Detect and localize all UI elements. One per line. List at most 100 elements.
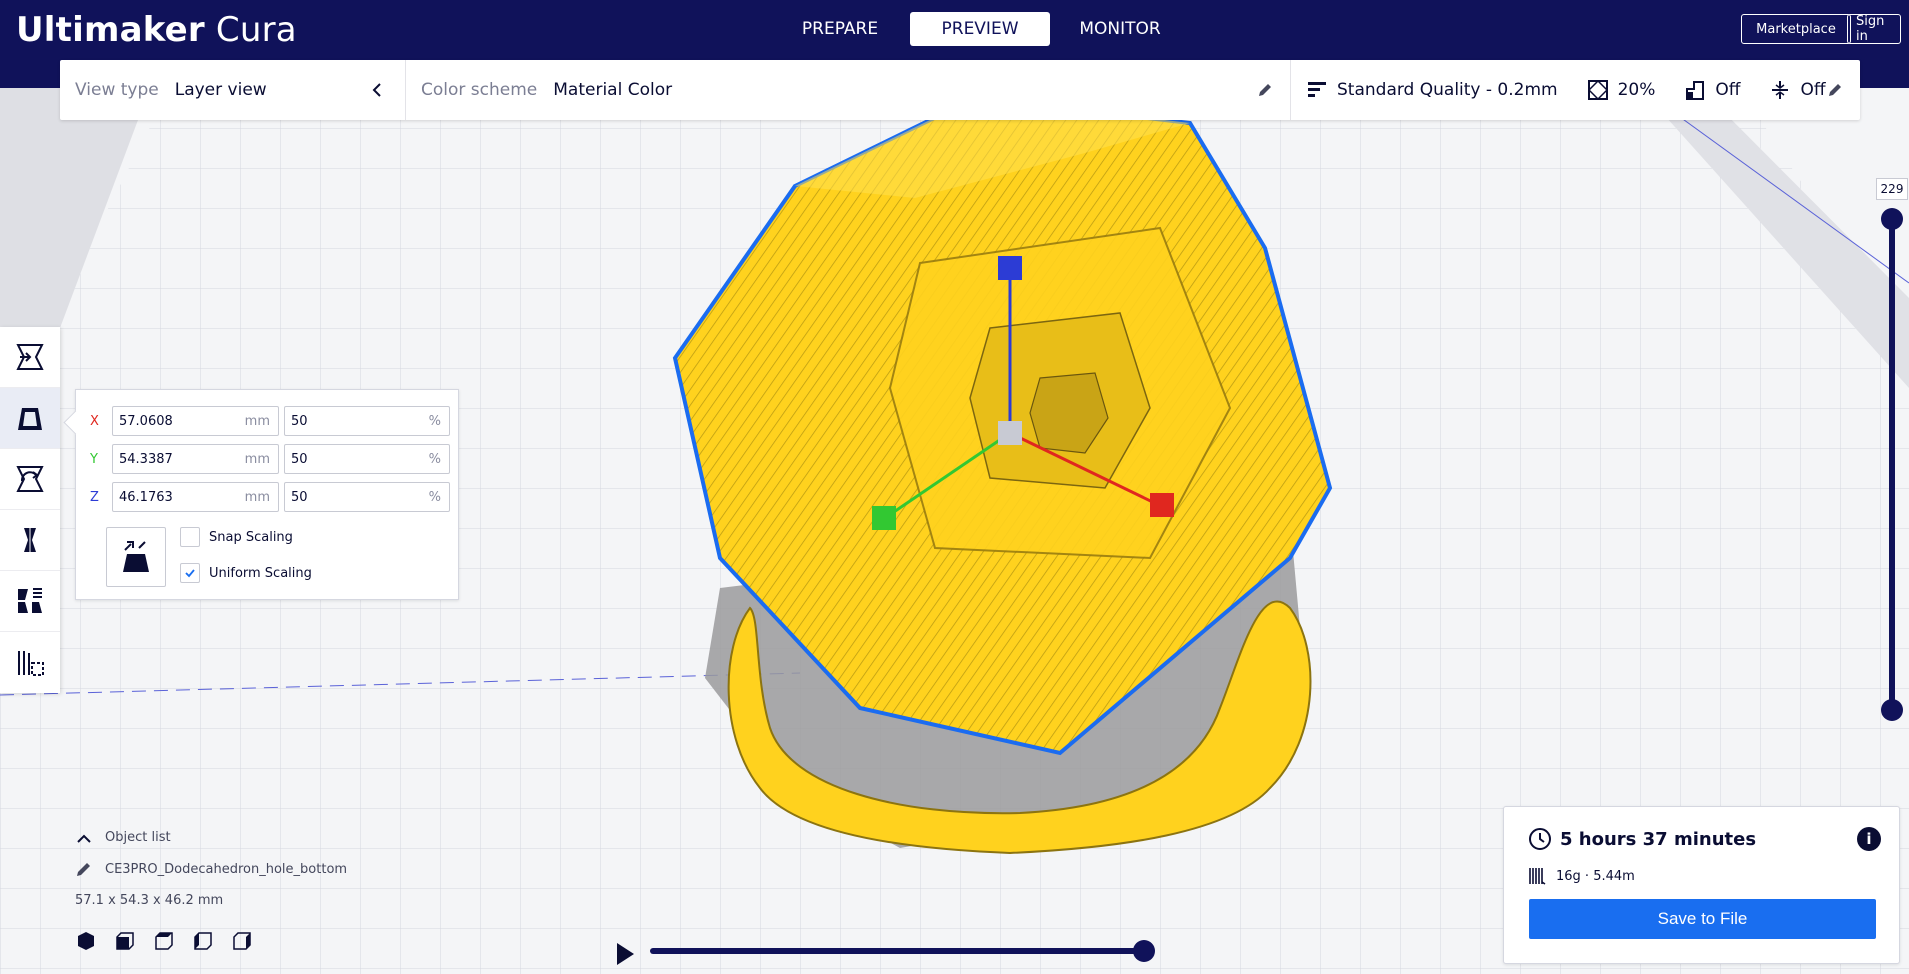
- view-left-button[interactable]: [192, 930, 214, 952]
- per-model-settings-button[interactable]: [0, 571, 60, 632]
- move-tool-button[interactable]: [0, 327, 60, 388]
- support-blocker-button[interactable]: [0, 632, 60, 693]
- stage-tabs: PREPARE PREVIEW MONITOR: [770, 12, 1190, 46]
- material-usage-value: 16g · 5.44m: [1556, 868, 1635, 884]
- scale-tool-button[interactable]: [0, 388, 60, 449]
- y-axis-label: Y: [90, 451, 98, 467]
- print-information-panel: 5 hours 37 minutes i 16g · 5.44m Save to…: [1503, 806, 1900, 964]
- color-scheme-selector[interactable]: Color scheme Material Color: [406, 60, 1291, 120]
- z-size-input[interactable]: 46.1763 mm: [112, 482, 279, 512]
- chevron-up-icon: [77, 834, 91, 843]
- cube-right-icon: [233, 932, 251, 950]
- adhesion-value: Off: [1800, 80, 1826, 100]
- per-model-settings-icon: [18, 588, 42, 613]
- snap-scaling-option[interactable]: Snap Scaling: [180, 527, 293, 547]
- infill-setting: 20%: [1587, 80, 1656, 100]
- simulation-slider-track[interactable]: [650, 948, 1144, 954]
- view-top-button[interactable]: [153, 930, 175, 952]
- center-handle[interactable]: [998, 421, 1022, 445]
- z-axis-cube[interactable]: [998, 256, 1022, 280]
- layer-slider-lower-handle[interactable]: [1881, 699, 1903, 721]
- mirror-tool-button[interactable]: [0, 510, 60, 571]
- sign-in-button[interactable]: Sign in: [1847, 14, 1901, 44]
- color-scheme-value: Material Color: [553, 80, 673, 100]
- pencil-icon[interactable]: [75, 860, 93, 878]
- current-layer-input[interactable]: 229: [1876, 178, 1908, 200]
- x-size-input[interactable]: 57.0608 mm: [112, 406, 279, 436]
- x-percent-value: 50: [291, 413, 308, 429]
- support-blocker-icon: [18, 650, 44, 676]
- scale-row-x: X 57.0608 mm 50%: [90, 406, 450, 436]
- simulation-slider-handle[interactable]: [1133, 940, 1155, 962]
- quality-setting: Standard Quality - 0.2mm: [1307, 80, 1558, 100]
- rotate-tool-button[interactable]: [0, 449, 60, 510]
- tab-monitor[interactable]: MONITOR: [1050, 12, 1190, 46]
- object-list-panel: Object list CE3PRO_Dodecahedron_hole_bot…: [75, 830, 347, 952]
- tab-preview[interactable]: PREVIEW: [910, 12, 1050, 46]
- z-percent-value: 50: [291, 489, 308, 505]
- view-type-selector[interactable]: View type Layer view: [60, 60, 406, 120]
- play-icon[interactable]: [614, 941, 636, 967]
- y-size-unit: mm: [244, 452, 270, 467]
- pencil-icon[interactable]: [1826, 81, 1844, 99]
- rotate-tool-icon: [16, 466, 44, 492]
- view-type-value: Layer view: [174, 80, 267, 100]
- layer-slider-upper-handle[interactable]: [1881, 208, 1903, 230]
- support-icon: [1686, 81, 1705, 100]
- info-icon[interactable]: i: [1857, 827, 1881, 851]
- x-size-unit: mm: [244, 414, 270, 429]
- tab-prepare[interactable]: PREPARE: [770, 12, 910, 46]
- pencil-icon[interactable]: [1256, 81, 1274, 99]
- x-percent-input[interactable]: 50%: [284, 406, 450, 436]
- object-name: CE3PRO_Dodecahedron_hole_bottom: [105, 861, 348, 877]
- print-time: 5 hours 37 minutes: [1528, 827, 1756, 851]
- x-axis-cube[interactable]: [1150, 493, 1174, 517]
- object-name-row[interactable]: CE3PRO_Dodecahedron_hole_bottom: [75, 860, 347, 878]
- print-settings-selector[interactable]: Standard Quality - 0.2mm 20% Off Off: [1291, 60, 1860, 120]
- uniform-scaling-option[interactable]: Uniform Scaling: [180, 563, 312, 583]
- view-3d-button[interactable]: [75, 930, 97, 952]
- scale-row-z: Z 46.1763 mm 50%: [90, 482, 450, 512]
- support-value: Off: [1715, 80, 1741, 100]
- infill-value: 20%: [1617, 80, 1656, 100]
- adhesion-icon: [1772, 81, 1789, 99]
- y-size-value: 54.3387: [119, 451, 173, 467]
- y-percent-unit: %: [428, 452, 441, 467]
- quality-value: Standard Quality - 0.2mm: [1337, 80, 1558, 100]
- infill-icon: [1587, 80, 1608, 100]
- z-size-value: 46.1763: [119, 489, 173, 505]
- mirror-tool-icon: [24, 526, 36, 554]
- cube-left-icon: [194, 932, 212, 950]
- marketplace-button[interactable]: Marketplace: [1741, 14, 1851, 44]
- z-percent-input[interactable]: 50%: [284, 482, 450, 512]
- chevron-left-icon[interactable]: [367, 80, 387, 100]
- view-front-button[interactable]: [114, 930, 136, 952]
- save-to-file-button[interactable]: Save to File: [1529, 899, 1876, 939]
- tool-panel: [0, 327, 60, 693]
- y-axis-cube[interactable]: [872, 506, 896, 530]
- object-dimensions: 57.1 x 54.3 x 46.2 mm: [75, 893, 224, 908]
- scale-row-y: Y 54.3387 mm 50%: [90, 444, 450, 474]
- uniform-scaling-label: Uniform Scaling: [209, 565, 312, 581]
- snap-scaling-label: Snap Scaling: [209, 529, 293, 545]
- lay-flat-button[interactable]: [106, 527, 166, 587]
- object-list-toggle[interactable]: Object list: [75, 830, 347, 845]
- view-right-button[interactable]: [231, 930, 253, 952]
- z-size-unit: mm: [244, 490, 270, 505]
- camera-view-buttons: [75, 930, 347, 952]
- layer-slider-track[interactable]: [1889, 218, 1895, 710]
- x-axis-label: X: [90, 413, 99, 429]
- y-size-input[interactable]: 54.3387 mm: [112, 444, 279, 474]
- view-settings-bar: View type Layer view Color scheme Materi…: [60, 60, 1860, 120]
- color-scheme-label: Color scheme: [421, 80, 538, 100]
- scale-tool-icon: [18, 408, 42, 430]
- y-percent-input[interactable]: 50%: [284, 444, 450, 474]
- snap-scaling-checkbox[interactable]: [180, 527, 200, 547]
- view-type-label: View type: [75, 80, 159, 100]
- y-percent-value: 50: [291, 451, 308, 467]
- z-axis-label: Z: [90, 489, 99, 505]
- uniform-scaling-checkbox[interactable]: [180, 563, 200, 583]
- x-percent-unit: %: [428, 414, 441, 429]
- brand-name: Ultimaker: [16, 10, 205, 50]
- cube-front-icon: [116, 932, 134, 950]
